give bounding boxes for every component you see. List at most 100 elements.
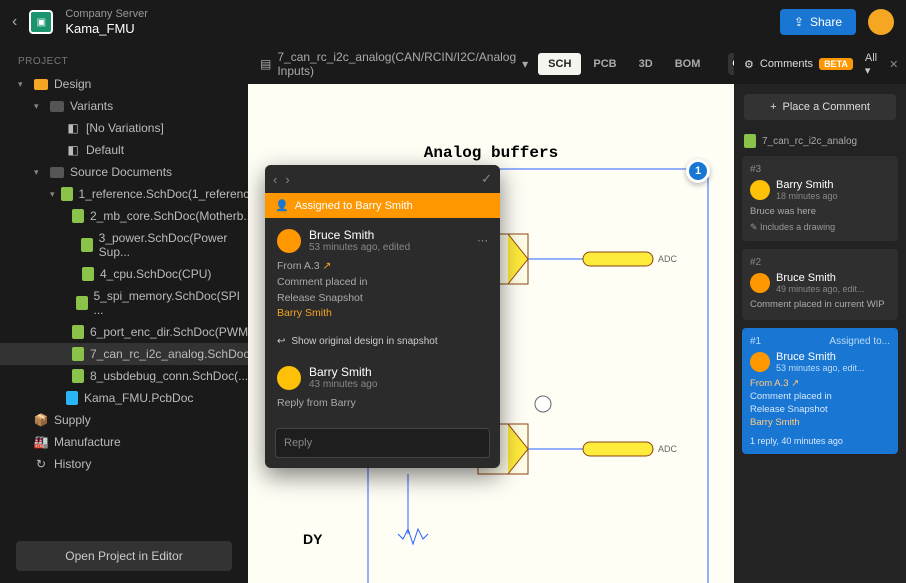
comment-card[interactable]: #2Bruce Smith49 minutes ago, edit...Comm… xyxy=(742,249,898,319)
schematic-doc-icon xyxy=(76,296,88,310)
view-tab-3d[interactable]: 3D xyxy=(629,53,663,75)
schematic-doc-icon xyxy=(72,209,84,223)
schematic-doc-icon xyxy=(72,347,84,361)
tree-item-label: Source Documents xyxy=(70,165,172,179)
chevron-down-icon[interactable]: ▾ xyxy=(522,57,528,71)
close-icon[interactable]: ✕ xyxy=(889,58,898,71)
svg-text:ADC: ADC xyxy=(658,254,678,264)
comment-item: Barry Smith 43 minutes ago Reply from Ba… xyxy=(265,355,500,422)
beta-badge: BETA xyxy=(819,58,853,70)
filter-dropdown[interactable]: All ▾ xyxy=(865,52,877,77)
manufacture-icon: 🏭 xyxy=(34,435,48,449)
context-label: 7_can_rc_i2c_analog xyxy=(734,130,906,156)
avatar xyxy=(277,229,301,253)
open-project-button[interactable]: Open Project in Editor xyxy=(16,541,232,571)
folder-icon xyxy=(50,101,64,112)
tree-item-label: History xyxy=(54,457,91,471)
sidebar: PROJECT ▾ Design ▾ Variants ◧[No Variations]… xyxy=(0,44,248,583)
share-icon: ⇪ xyxy=(794,15,804,29)
panel-title: Comments xyxy=(760,58,813,70)
avatar xyxy=(750,180,770,200)
schematic-doc-icon xyxy=(81,238,93,252)
schematic-doc-icon xyxy=(72,369,84,383)
schematic-title: Analog buffers xyxy=(424,144,558,162)
reply-input[interactable]: Reply xyxy=(275,428,490,458)
view-tab-bom[interactable]: BOM xyxy=(665,53,711,75)
prev-comment-icon[interactable]: ‹ xyxy=(273,172,277,187)
tree-item-label: 2_mb_core.SchDoc(Motherb... xyxy=(90,209,248,223)
sidebar-section-label: PROJECT xyxy=(0,48,248,73)
view-tab-pcb[interactable]: PCB xyxy=(583,53,626,75)
back-arrow-icon[interactable]: ‹ xyxy=(12,13,17,31)
assigned-banner: 👤 Assigned to Barry Smith xyxy=(265,193,500,218)
comment-card[interactable]: #1Assigned to...Bruce Smith53 minutes ag… xyxy=(742,328,898,454)
comment-card[interactable]: #3Barry Smith18 minutes agoBruce was her… xyxy=(742,156,898,241)
place-comment-button[interactable]: + Place a Comment xyxy=(744,94,896,120)
comments-panel-header: ⚙ Comments BETA All ▾ ✕ xyxy=(734,44,906,84)
mention[interactable]: Barry Smith xyxy=(277,307,332,319)
tree-item-label: 6_port_enc_dir.SchDoc(PWM... xyxy=(90,325,248,339)
next-comment-icon[interactable]: › xyxy=(285,172,289,187)
tree-item-label: Kama_FMU.PcbDoc xyxy=(84,391,193,405)
project-logo-icon: ▣ xyxy=(29,10,53,34)
avatar xyxy=(277,366,301,390)
tree-item[interactable]: 📦 Supply xyxy=(0,409,248,431)
supply-icon: 📦 xyxy=(34,413,48,427)
tree-item[interactable]: 🏭 Manufacture xyxy=(0,431,248,453)
tree-item[interactable]: Kama_FMU.PcbDoc xyxy=(0,387,248,409)
tree-item[interactable]: ◧[No Variations] xyxy=(0,117,248,139)
comment-author: Bruce Smith xyxy=(309,228,410,242)
svg-text:ADC: ADC xyxy=(658,444,678,454)
chevron-icon[interactable]: ▾ xyxy=(50,189,55,200)
tree-item[interactable]: 5_spi_memory.SchDoc(SPI ... xyxy=(0,285,248,321)
comment-thread-popup: ‹ › ✓ 👤 Assigned to Barry Smith Bruce Sm… xyxy=(265,165,500,468)
document-icon: ▤ xyxy=(260,57,271,71)
tree-item[interactable]: 4_cpu.SchDoc(CPU) xyxy=(0,263,248,285)
tree-item[interactable]: ▾ Variants xyxy=(0,95,248,117)
tree-item[interactable]: ▾ 1_reference.SchDoc(1_reference) xyxy=(0,183,248,205)
breadcrumb[interactable]: ▤ 7_can_rc_i2c_analog(CAN/RCIN/I2C/Analo… xyxy=(260,50,528,78)
tree-item[interactable]: 7_can_rc_i2c_analog.SchDoc... xyxy=(0,343,248,365)
tree-item-label: Variants xyxy=(70,99,113,113)
external-link-icon[interactable]: ↗ xyxy=(323,260,332,272)
tree-item[interactable]: 3_power.SchDoc(Power Sup... xyxy=(0,227,248,263)
folder-icon xyxy=(34,79,48,90)
tree-item-label: 1_reference.SchDoc(1_reference) xyxy=(79,187,248,201)
tree-item[interactable]: 6_port_enc_dir.SchDoc(PWM... xyxy=(0,321,248,343)
share-button[interactable]: ⇪ Share xyxy=(780,9,856,35)
chevron-icon[interactable]: ▾ xyxy=(34,167,44,178)
chevron-icon[interactable]: ▾ xyxy=(18,79,28,90)
comments-toggle-icon[interactable]: 💬 xyxy=(728,53,734,75)
pcb-doc-icon xyxy=(66,391,78,405)
show-original-link[interactable]: ↩Show original design in snapshot xyxy=(265,332,500,355)
comment-marker[interactable]: 1 xyxy=(686,159,710,183)
schematic-doc-icon xyxy=(72,325,84,339)
gear-icon[interactable]: ⚙ xyxy=(744,58,754,71)
folder-icon xyxy=(50,167,64,178)
comments-panel: ⚙ Comments BETA All ▾ ✕ + Place a Commen… xyxy=(734,44,906,583)
history-icon: ↻ xyxy=(34,457,48,471)
svg-text:DY: DY xyxy=(303,531,323,547)
chevron-icon[interactable]: ▾ xyxy=(34,101,44,112)
tree-item[interactable]: 8_usbdebug_conn.SchDoc(... xyxy=(0,365,248,387)
variant-icon: ◧ xyxy=(66,121,80,135)
tree-item-label: Supply xyxy=(54,413,91,427)
tree-item[interactable]: ◧Default xyxy=(0,139,248,161)
document-icon xyxy=(744,134,756,148)
tree-item-label: Manufacture xyxy=(54,435,121,449)
tree-item[interactable]: ▾ Source Documents xyxy=(0,161,248,183)
user-icon: 👤 xyxy=(275,199,289,212)
comment-timestamp: 43 minutes ago xyxy=(309,379,377,390)
avatar xyxy=(750,352,770,372)
tree-item[interactable]: 2_mb_core.SchDoc(Motherb... xyxy=(0,205,248,227)
document-toolbar: ▤ 7_can_rc_i2c_analog(CAN/RCIN/I2C/Analo… xyxy=(248,44,734,84)
user-avatar[interactable] xyxy=(868,9,894,35)
app-header: ‹ ▣ Company Server Kama_FMU ⇪ Share xyxy=(0,0,906,44)
tree-item-label: Design xyxy=(54,77,91,91)
tree-item[interactable]: ▾ Design xyxy=(0,73,248,95)
avatar xyxy=(750,273,770,293)
tree-item[interactable]: ↻ History xyxy=(0,453,248,475)
resolve-icon[interactable]: ✓ xyxy=(481,171,492,187)
more-icon[interactable]: ⋯ xyxy=(477,234,488,247)
view-tab-sch[interactable]: SCH xyxy=(538,53,581,75)
